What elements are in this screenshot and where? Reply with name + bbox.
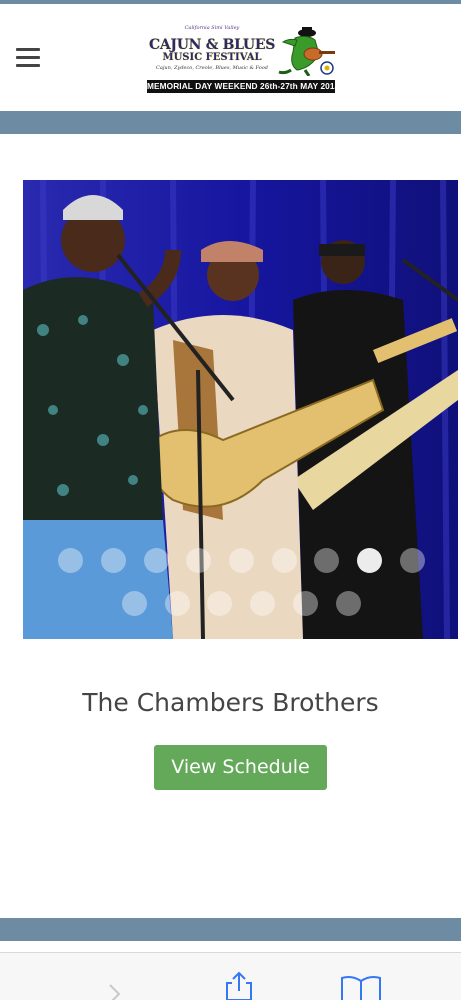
- festival-logo[interactable]: California Simi Valley CAJUN & BLUES MUS…: [147, 24, 340, 93]
- slider-dot[interactable]: [272, 548, 297, 573]
- slider-dot[interactable]: [336, 591, 361, 616]
- slider-dot-active[interactable]: [357, 548, 382, 573]
- share-icon[interactable]: [224, 971, 254, 1000]
- slider-dot[interactable]: [101, 548, 126, 573]
- slider-dot[interactable]: [144, 548, 169, 573]
- slider-dot[interactable]: [186, 548, 211, 573]
- slider-dot[interactable]: [122, 591, 147, 616]
- logo-tagline: Cajun, Zydeco, Creole, Blues, Music & Fo…: [156, 65, 268, 71]
- slider-dot[interactable]: [400, 548, 425, 573]
- view-schedule-button[interactable]: View Schedule: [154, 745, 327, 790]
- page: California Simi Valley CAJUN & BLUES MUS…: [0, 0, 461, 1000]
- forward-icon[interactable]: [108, 983, 122, 1000]
- footer-divider-band: [0, 918, 461, 941]
- header-divider-band: [0, 111, 461, 134]
- hero-slider[interactable]: [23, 180, 458, 639]
- slider-dot[interactable]: [58, 548, 83, 573]
- slider-dot[interactable]: [293, 591, 318, 616]
- logo-date-banner: MEMORIAL DAY WEEKEND 26th-27th MAY 2018: [147, 80, 340, 93]
- slider-dot[interactable]: [207, 591, 232, 616]
- logo-title-line1: CAJUN & BLUES: [148, 37, 276, 53]
- menu-icon[interactable]: [16, 48, 40, 68]
- logo-state-line: California Simi Valley: [184, 25, 240, 31]
- browser-toolbar: [0, 952, 461, 1000]
- slider-dot[interactable]: [165, 591, 190, 616]
- bookmarks-icon[interactable]: [340, 975, 382, 1000]
- logo-title-line2: MUSIC FESTIVAL: [162, 52, 262, 63]
- alligator-guitar-icon: [278, 27, 335, 76]
- slide-caption: The Chambers Brothers: [82, 688, 379, 717]
- site-header: California Simi Valley CAJUN & BLUES MUS…: [0, 4, 461, 111]
- slider-dot[interactable]: [250, 591, 275, 616]
- slider-dot[interactable]: [229, 548, 254, 573]
- slider-dot[interactable]: [314, 548, 339, 573]
